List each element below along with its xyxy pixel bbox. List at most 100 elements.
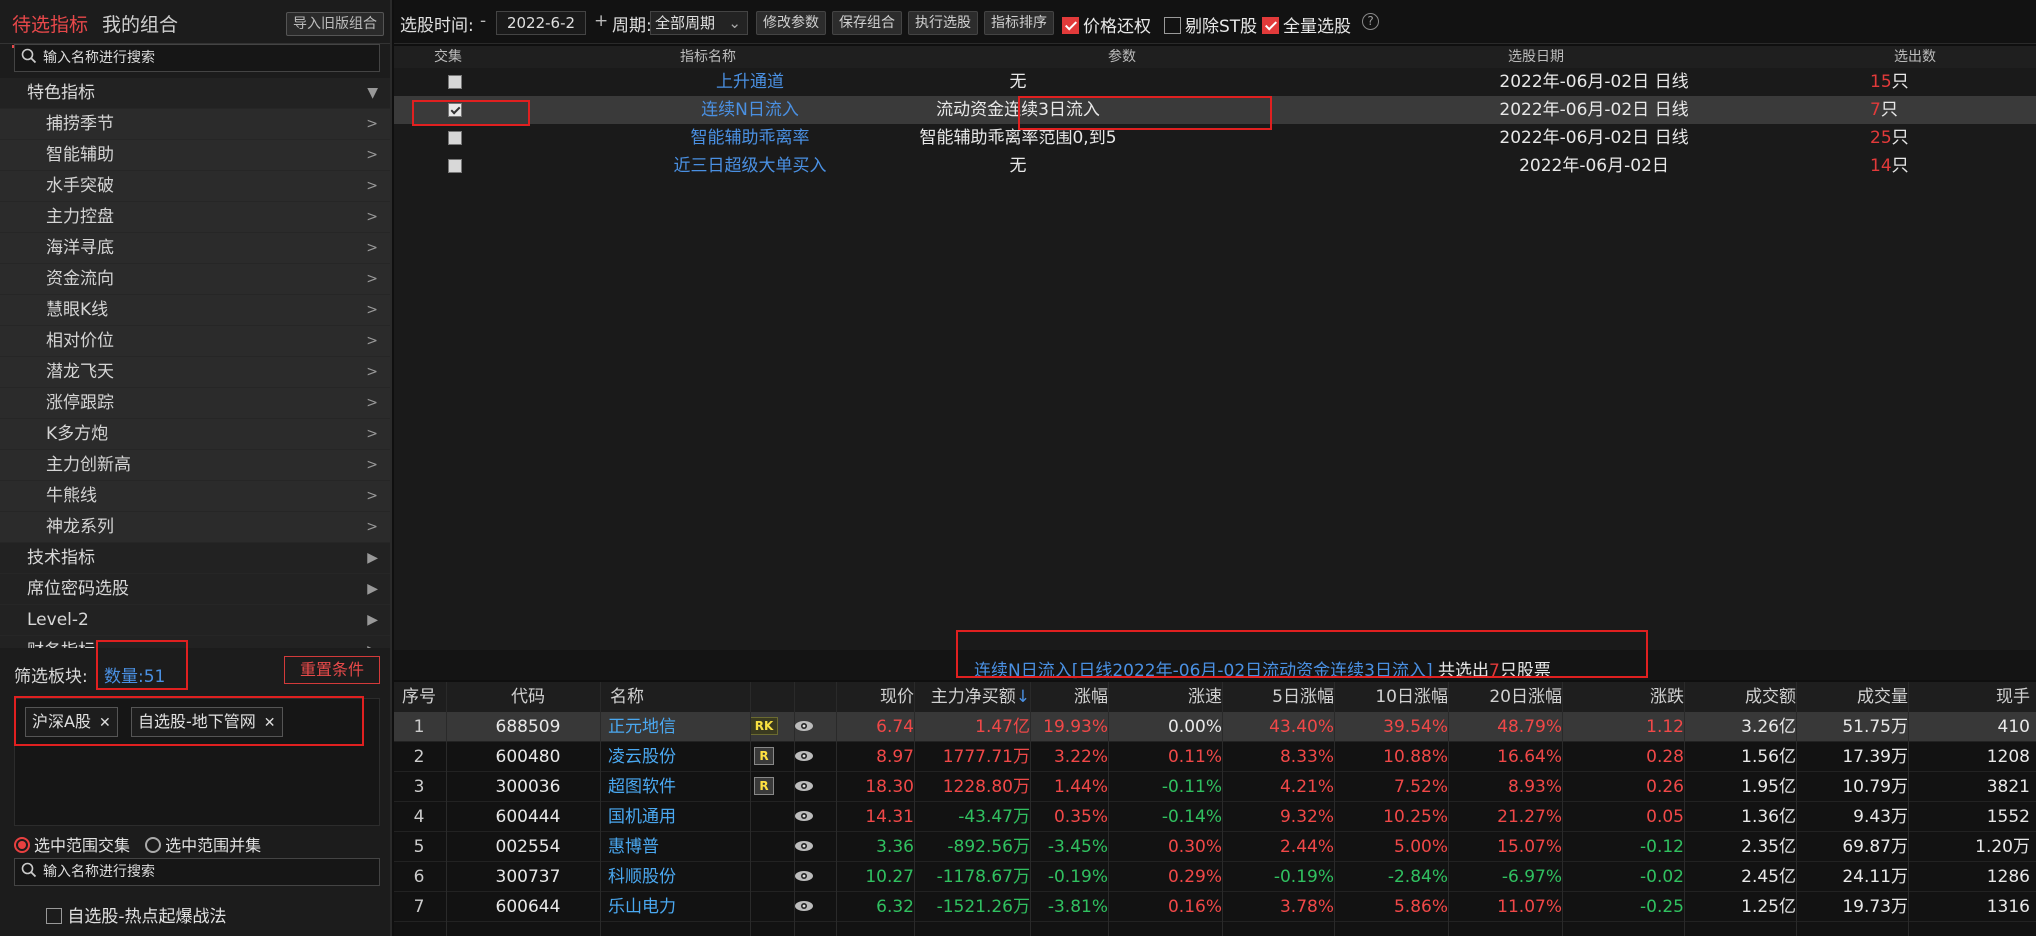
chevron-right-icon: > xyxy=(366,178,378,194)
cell-hand: 3821 xyxy=(1986,777,2030,797)
sidebar-item[interactable]: 财务指标 ▶ xyxy=(0,636,390,648)
sidebar-item[interactable]: 水手突破 > xyxy=(0,171,390,202)
indicator-name[interactable]: 上升通道 xyxy=(590,68,910,96)
tab-my-combos[interactable]: 我的组合 xyxy=(102,10,178,37)
stock-row[interactable]: 4 600444 国机通用 14.31 -43.47万 0.35% -0.14% 9.32% 1… xyxy=(394,802,2036,832)
indicator-row[interactable]: 近三日超级大单买入 无 2022年-06月-02日 14只 xyxy=(394,152,2036,180)
stock-row[interactable]: 6 300737 科顺股份 10.27 -1178.67万 -0.19% 0.29% -0.1… xyxy=(394,862,2036,892)
cell-price: 3.36 xyxy=(876,837,914,857)
column-header[interactable]: 序号 xyxy=(394,682,444,712)
indicator-count: 14只 xyxy=(1870,152,1909,180)
column-header[interactable]: 代码 xyxy=(458,682,598,712)
sort-indicators-button[interactable]: 指标排序 xyxy=(984,11,1054,35)
range-radio-group: 选中范围交集 选中范围并集 xyxy=(14,832,261,856)
column-header[interactable]: 成交额 xyxy=(1684,682,1796,712)
period-select[interactable]: 全部周期 ⌄ xyxy=(650,11,748,35)
indicator-table: 交集 指标名称 参数 选股日期 选出数 上升通道无 2022年-06月-02日 日… xyxy=(394,46,2036,650)
tab-pending-indicators[interactable]: 待选指标 xyxy=(12,10,89,48)
stock-row[interactable]: 5 002554 惠博普 3.36 -892.56万 -3.45% 0.30% 2.44% 5.… xyxy=(394,832,2036,862)
count-value: 14 xyxy=(1870,156,1892,176)
column-header[interactable]: 涨速 xyxy=(1108,682,1222,712)
date-decrement[interactable]: - xyxy=(480,11,486,31)
exclude-st-checkbox[interactable]: 剔除ST股 xyxy=(1164,12,1257,37)
checkbox-unchecked-icon[interactable] xyxy=(448,75,462,89)
column-header[interactable]: 名称 xyxy=(610,682,690,712)
cell-name[interactable]: 惠博普 xyxy=(608,832,768,862)
sidebar-item[interactable]: 捕捞季节 > xyxy=(0,109,390,140)
sidebar-item[interactable]: 主力控盘 > xyxy=(0,202,390,233)
cell-name[interactable]: 科顺股份 xyxy=(608,862,768,892)
column-header[interactable]: 20日涨幅 xyxy=(1448,682,1562,712)
date-field[interactable]: 2022-6-2 xyxy=(496,11,586,35)
cell-net: 1777.71万 xyxy=(942,747,1030,767)
column-header[interactable]: 现价 xyxy=(794,682,914,712)
sidebar-item[interactable]: 主力创新高 > xyxy=(0,450,390,481)
indicator-name[interactable]: 智能辅助乖离率 xyxy=(590,124,910,152)
column-header[interactable]: 10日涨幅 xyxy=(1334,682,1448,712)
indicator-search-box[interactable] xyxy=(14,44,380,72)
full-select-checkbox[interactable]: 全量选股 xyxy=(1262,12,1351,37)
column-header[interactable]: 涨跌 xyxy=(1562,682,1684,712)
date-increment[interactable]: + xyxy=(594,11,608,31)
stock-table-header: 序号 代码 名称 现价 主力净买额↓ 涨幅 涨速 5日涨幅 10日涨幅 20日涨幅 涨跌 成交额 成交量… xyxy=(394,682,2036,712)
checkbox-unchecked-icon[interactable] xyxy=(448,159,462,173)
sidebar-item[interactable]: Level-2 ▶ xyxy=(0,605,390,636)
sidebar-item[interactable]: 涨停跟踪 > xyxy=(0,388,390,419)
column-header-label: 20日涨幅 xyxy=(1489,687,1562,707)
indicator-name[interactable]: 连续N日流入 xyxy=(590,96,910,124)
cell-d20: 11.07% xyxy=(1497,897,1562,917)
cell-amt: 1.25亿 xyxy=(1741,897,1796,917)
cell-d10: -2.84% xyxy=(1387,867,1448,887)
radio-union[interactable]: 选中范围并集 xyxy=(145,836,261,855)
radio-intersection[interactable]: 选中范围交集 xyxy=(14,836,130,855)
block-list-item[interactable]: 自选股-热点起爆战法 xyxy=(46,902,227,927)
sidebar-item[interactable]: 资金流向 > xyxy=(0,264,390,295)
help-icon[interactable]: ? xyxy=(1362,13,1379,30)
stock-row[interactable]: 3 300036 超图软件 R 18.30 1228.80万 1.44% -0.11% 4.21… xyxy=(394,772,2036,802)
indicator-name[interactable]: 近三日超级大单买入 xyxy=(590,152,910,180)
sidebar-item[interactable]: 牛熊线 > xyxy=(0,481,390,512)
checkbox-icon[interactable] xyxy=(46,908,62,924)
cell-net: 1.47亿 xyxy=(975,717,1030,737)
block-search-input[interactable] xyxy=(43,863,379,879)
cell-d20: 21.27% xyxy=(1497,807,1562,827)
count-unit: 只 xyxy=(1880,100,1898,120)
sidebar-item[interactable]: 海洋寻底 > xyxy=(0,233,390,264)
cell-name[interactable]: 乐山电力 xyxy=(608,892,768,922)
sidebar-item[interactable]: 慧眼K线 > xyxy=(0,295,390,326)
cell-name[interactable]: 国机通用 xyxy=(608,802,768,832)
chevron-down-icon: ⌄ xyxy=(728,14,741,32)
column-header[interactable]: 涨幅 xyxy=(1030,682,1108,712)
block-search-box[interactable] xyxy=(14,858,380,886)
sidebar-item[interactable]: 潜龙飞天 > xyxy=(0,357,390,388)
save-combo-button[interactable]: 保存组合 xyxy=(832,11,902,35)
stock-tag-badge[interactable]: R xyxy=(754,777,774,795)
checkbox-unchecked-icon[interactable] xyxy=(448,131,462,145)
sidebar-item[interactable]: 相对价位 > xyxy=(0,326,390,357)
indicator-row[interactable]: 上升通道 无 2022年-06月-02日 日线 15只 xyxy=(394,68,2036,96)
sidebar-item[interactable]: 智能辅助 > xyxy=(0,140,390,171)
reset-conditions-button[interactable]: 重置条件 xyxy=(284,656,380,684)
execute-select-button[interactable]: 执行选股 xyxy=(908,11,978,35)
column-header[interactable]: 现手 xyxy=(1908,682,2030,712)
stock-row[interactable]: 7 600644 乐山电力 6.32 -1521.26万 -3.81% 0.16% 3.78%… xyxy=(394,892,2036,922)
cell-hand: 410 xyxy=(1997,717,2030,737)
column-header[interactable]: 主力净买额↓ xyxy=(914,682,1030,712)
column-header[interactable]: 成交量 xyxy=(1796,682,1908,712)
sidebar-item[interactable]: K多方炮 > xyxy=(0,419,390,450)
highlight-box xyxy=(1018,96,1272,130)
stock-tag-badge[interactable]: R xyxy=(754,747,774,765)
column-header[interactable]: 5日涨幅 xyxy=(1222,682,1334,712)
sidebar-item[interactable]: 席位密码选股 ▶ xyxy=(0,574,390,605)
sidebar-item[interactable]: 神龙系列 > xyxy=(0,512,390,543)
sidebar-item[interactable]: 技术指标 ▶ xyxy=(0,543,390,574)
indicator-param: 无 xyxy=(1009,72,1027,92)
price-restore-checkbox[interactable]: 价格还权 xyxy=(1062,12,1151,37)
import-old-combo-button[interactable]: 导入旧版组合 xyxy=(286,12,384,36)
sidebar-item[interactable]: 特色指标 ▼ xyxy=(0,78,390,109)
stock-row[interactable]: 2 600480 凌云股份 R 8.97 1777.71万 3.22% 0.11% 8.33% 1… xyxy=(394,742,2036,772)
stock-row[interactable]: 1 688509 正元地信 RK 6.74 1.47亿 19.93% 0.00% 43.40% 3… xyxy=(394,712,2036,742)
modify-params-button[interactable]: 修改参数 xyxy=(756,11,826,35)
header-params: 参数 xyxy=(1108,49,1136,65)
indicator-search-input[interactable] xyxy=(43,49,379,65)
